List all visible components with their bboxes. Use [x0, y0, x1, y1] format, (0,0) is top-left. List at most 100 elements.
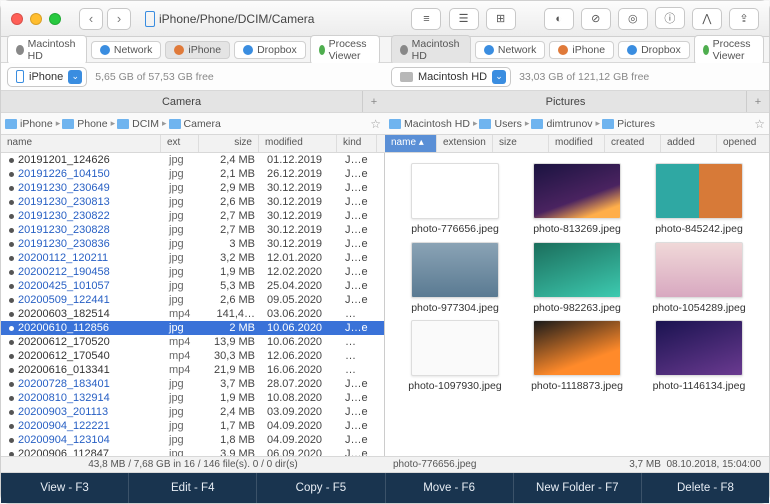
view-columns-button[interactable]: ☰	[449, 8, 479, 30]
grid-item[interactable]: photo-1118873.jpeg	[521, 320, 633, 393]
file-row[interactable]: 20191230_230836jpg3 MB30.12.2019J…e	[1, 237, 384, 251]
favorite-iphone[interactable]: iPhone	[165, 41, 230, 59]
info-button[interactable]: ⓘ	[655, 7, 685, 29]
favorite-dropbox[interactable]: Dropbox	[234, 41, 306, 59]
file-ext: mp4	[163, 364, 201, 376]
favorite-macintosh-hd[interactable]: Macintosh HD	[7, 35, 87, 65]
breadcrumb-item[interactable]: DCIM ▸	[117, 118, 166, 130]
col-modified[interactable]: modified	[549, 135, 605, 152]
share-button[interactable]: ⇪	[729, 8, 759, 30]
breadcrumb-item[interactable]: iPhone ▸	[5, 118, 60, 130]
breadcrumb-item[interactable]: dimtrunov ▸	[531, 118, 600, 130]
col-name[interactable]: name ▴	[385, 135, 437, 152]
favorite-network[interactable]: Network	[475, 41, 546, 59]
file-row[interactable]: 20191230_230649jpg2,9 MB30.12.2019J…e	[1, 181, 384, 195]
grid-item[interactable]: photo-1054289.jpeg	[643, 242, 755, 315]
hidden-files-button[interactable]: ⊘	[581, 8, 611, 30]
col-size[interactable]: size	[493, 135, 549, 152]
file-row[interactable]: 20200509_122441jpg2,6 MB09.05.2020J…e	[1, 293, 384, 307]
file-modified: 25.04.2020	[261, 280, 339, 292]
col-added[interactable]: added	[661, 135, 717, 152]
icon-grid[interactable]: photo-776656.jpegphoto-813269.jpegphoto-…	[385, 153, 769, 403]
footer-button[interactable]: Copy - F5	[257, 473, 385, 503]
drive-selector-left[interactable]: iPhone ⌄	[7, 67, 87, 87]
quicklook-button[interactable]: ◎	[618, 8, 648, 30]
file-row[interactable]: 20191230_230822jpg2,7 MB30.12.2019J…e	[1, 209, 384, 223]
breadcrumb-item[interactable]: Phone ▸	[62, 118, 115, 130]
forward-button[interactable]: ›	[107, 8, 131, 30]
favorite-dropbox[interactable]: Dropbox	[618, 41, 690, 59]
footer-button[interactable]: New Folder - F7	[514, 473, 642, 503]
grid-item[interactable]: photo-1146134.jpeg	[643, 320, 755, 393]
file-row[interactable]: 20200903_201113jpg2,4 MB03.09.2020J…e	[1, 405, 384, 419]
col-size[interactable]: size	[199, 135, 259, 152]
favorite-process-viewer[interactable]: Process Viewer	[694, 35, 764, 65]
zoom-icon[interactable]	[49, 13, 61, 25]
breadcrumb-item[interactable]: Camera	[169, 118, 221, 130]
file-row[interactable]: 20200610_112856jpg2 MB10.06.2020J…e	[1, 321, 384, 335]
favorite-network[interactable]: Network	[91, 41, 162, 59]
new-tab-left[interactable]: +	[363, 91, 385, 112]
file-row[interactable]: 20191230_230813jpg2,6 MB30.12.2019J…e	[1, 195, 384, 209]
file-row[interactable]: 20191230_230828jpg2,7 MB30.12.2019J…e	[1, 223, 384, 237]
toggle-button[interactable]: ◐	[544, 8, 574, 30]
minimize-icon[interactable]	[30, 13, 42, 25]
grid-item[interactable]: photo-845242.jpeg	[643, 163, 755, 236]
favorite-process-viewer[interactable]: Process Viewer	[310, 35, 380, 65]
file-size: 1,9 MB	[201, 266, 261, 278]
file-bullet-icon	[9, 270, 14, 275]
grid-item[interactable]: photo-982263.jpeg	[521, 242, 633, 315]
file-row[interactable]: 20200616_013341mp421,9 MB16.06.2020…	[1, 363, 384, 377]
airdrop-button[interactable]: ⋀	[692, 8, 722, 30]
file-row[interactable]: 20200212_190458jpg1,9 MB12.02.2020J…e	[1, 265, 384, 279]
file-row[interactable]: 20200112_120211jpg3,2 MB12.01.2020J…e	[1, 251, 384, 265]
col-created[interactable]: created	[605, 135, 661, 152]
close-icon[interactable]	[11, 13, 23, 25]
file-size: 2,6 MB	[201, 294, 261, 306]
file-row[interactable]: 20200904_122221jpg1,7 MB04.09.2020J…e	[1, 419, 384, 433]
file-row[interactable]: 20200612_170520mp413,9 MB10.06.2020…	[1, 335, 384, 349]
breadcrumb-item[interactable]: Macintosh HD ▸	[389, 118, 477, 130]
file-row[interactable]: 20200425_101057jpg5,3 MB25.04.2020J…e	[1, 279, 384, 293]
grid-item[interactable]: photo-813269.jpeg	[521, 163, 633, 236]
grid-item[interactable]: photo-977304.jpeg	[399, 242, 511, 315]
new-tab-right[interactable]: +	[747, 91, 769, 112]
breadcrumb-item[interactable]: Users ▸	[479, 118, 529, 130]
file-list[interactable]: 20191201_124626jpg2,4 MB01.12.2019J…e201…	[1, 153, 384, 456]
grid-item[interactable]: photo-776656.jpeg	[399, 163, 511, 236]
drive-name: Macintosh HD	[418, 71, 487, 83]
tab-right[interactable]: Pictures	[385, 91, 747, 112]
col-modified[interactable]: modified	[259, 135, 337, 152]
file-row[interactable]: 20200728_183401jpg3,7 MB28.07.2020J…e	[1, 377, 384, 391]
footer-button[interactable]: Delete - F8	[642, 473, 769, 503]
view-icons-button[interactable]: ⊞	[486, 8, 516, 30]
view-list-button[interactable]: ≡	[411, 8, 441, 30]
file-row[interactable]: 20200906_112847jpg3,9 MB06.09.2020J…e	[1, 447, 384, 456]
breadcrumb-item[interactable]: Pictures	[602, 118, 655, 130]
drive-selector-right[interactable]: Macintosh HD ⌄	[391, 67, 511, 87]
file-row[interactable]: 20191201_124626jpg2,4 MB01.12.2019J…e	[1, 153, 384, 167]
footer-button[interactable]: View - F3	[1, 473, 129, 503]
file-row[interactable]: 20200810_132914jpg1,9 MB10.08.2020J…e	[1, 391, 384, 405]
footer-button[interactable]: Move - F6	[386, 473, 514, 503]
file-row[interactable]: 20200612_170540mp430,3 MB12.06.2020…	[1, 349, 384, 363]
back-button[interactable]: ‹	[79, 8, 103, 30]
file-kind: …	[339, 364, 379, 376]
file-row[interactable]: 20200904_123104jpg1,8 MB04.09.2020J…e	[1, 433, 384, 447]
grid-item[interactable]: photo-1097930.jpeg	[399, 320, 511, 393]
file-row[interactable]: 20200603_182514mp4141,4…03.06.2020…	[1, 307, 384, 321]
favorite-macintosh-hd[interactable]: Macintosh HD	[391, 35, 471, 65]
favorite-star-icon[interactable]: ☆	[754, 117, 765, 131]
file-name: 20200906_112847	[18, 448, 109, 456]
favorite-star-icon[interactable]: ☆	[370, 117, 381, 131]
file-row[interactable]: 20191226_104150jpg2,1 MB26.12.2019J…e	[1, 167, 384, 181]
footer-button[interactable]: Edit - F4	[129, 473, 257, 503]
file-ext: jpg	[163, 210, 201, 222]
tab-left[interactable]: Camera	[1, 91, 363, 112]
col-opened[interactable]: opened	[717, 135, 770, 152]
col-name[interactable]: name	[1, 135, 161, 152]
favorite-iphone[interactable]: iPhone	[549, 41, 614, 59]
col-kind[interactable]: kind	[337, 135, 377, 152]
col-ext[interactable]: ext	[161, 135, 199, 152]
col-extension[interactable]: extension	[437, 135, 493, 152]
